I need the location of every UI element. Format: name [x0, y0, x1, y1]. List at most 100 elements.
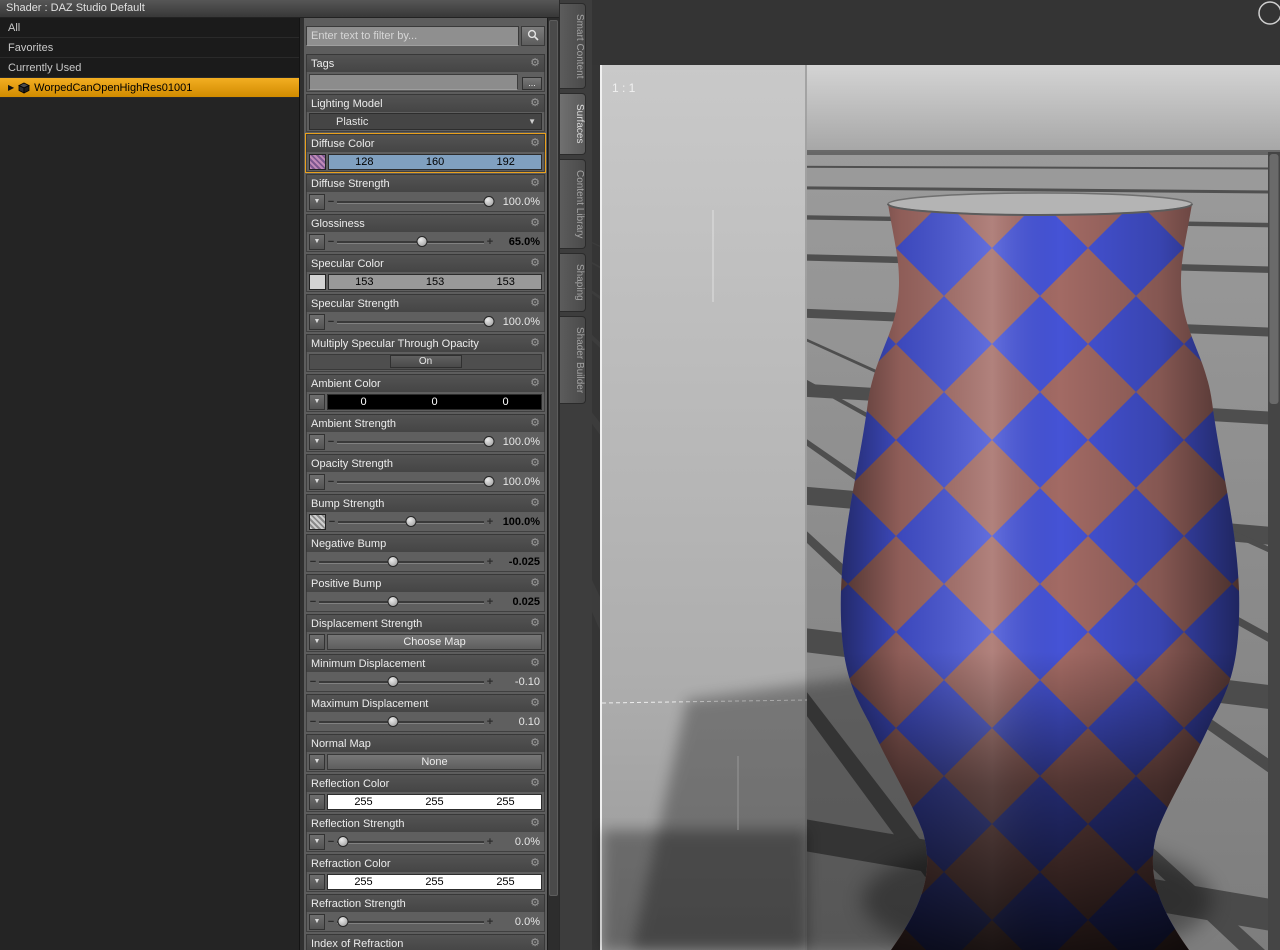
viewport-scrollbar[interactable]: [1268, 152, 1280, 950]
color-swatch[interactable]: [309, 273, 326, 290]
slider-track[interactable]: [319, 554, 484, 570]
slider-increment[interactable]: +: [486, 916, 494, 928]
slider-decrement[interactable]: −: [327, 236, 335, 248]
slider-handle[interactable]: [387, 675, 399, 687]
property-header[interactable]: Negative Bump ⚙: [306, 534, 545, 552]
viewport[interactable]: 1 : 1: [592, 0, 1280, 950]
gear-icon[interactable]: ⚙: [530, 218, 540, 229]
list-item-currently-used[interactable]: Currently Used: [0, 58, 299, 78]
gear-icon[interactable]: ⚙: [530, 698, 540, 709]
property-header[interactable]: Displacement Strength ⚙: [306, 614, 545, 632]
filter-input[interactable]: [306, 26, 519, 46]
slider-handle[interactable]: [483, 435, 495, 447]
gear-icon[interactable]: ⚙: [530, 658, 540, 669]
tab-surfaces[interactable]: Surfaces: [560, 93, 586, 155]
map-button[interactable]: None: [327, 753, 542, 770]
property-header[interactable]: Diffuse Color ⚙: [306, 134, 545, 152]
slider-decrement[interactable]: −: [309, 596, 317, 608]
slider-track[interactable]: [337, 234, 484, 250]
slider-handle[interactable]: [337, 835, 349, 847]
slider-increment[interactable]: +: [486, 556, 494, 568]
property-header[interactable]: Lighting Model ⚙: [306, 94, 545, 112]
color-dropdown-button[interactable]: ▼: [309, 393, 325, 410]
slider-track[interactable]: [319, 674, 484, 690]
slider-track[interactable]: [337, 434, 495, 450]
slider-handle[interactable]: [483, 475, 495, 487]
property-header[interactable]: Positive Bump ⚙: [306, 574, 545, 592]
slider-handle[interactable]: [416, 235, 428, 247]
property-header[interactable]: Ambient Strength ⚙: [306, 414, 545, 432]
property-header[interactable]: Diffuse Strength ⚙: [306, 174, 545, 192]
slider-decrement[interactable]: −: [309, 556, 317, 568]
color-swatch[interactable]: [309, 153, 326, 170]
slider-handle[interactable]: [483, 195, 495, 207]
property-header[interactable]: Specular Color ⚙: [306, 254, 545, 272]
property-header[interactable]: Reflection Color ⚙: [306, 774, 545, 792]
slider-decrement[interactable]: −: [327, 316, 335, 328]
slider-track[interactable]: [337, 194, 495, 210]
property-header[interactable]: Refraction Strength ⚙: [306, 894, 545, 912]
slider-track[interactable]: [319, 714, 484, 730]
slider-track[interactable]: [337, 914, 484, 930]
gear-icon[interactable]: ⚙: [530, 98, 540, 109]
property-header[interactable]: Refraction Color ⚙: [306, 854, 545, 872]
bump-map-swatch[interactable]: [309, 513, 326, 530]
slider-increment[interactable]: +: [486, 716, 494, 728]
rgb-bar[interactable]: 255 255 255: [327, 873, 542, 890]
property-header[interactable]: Normal Map ⚙: [306, 734, 545, 752]
tags-field[interactable]: [309, 73, 518, 90]
property-header[interactable]: Glossiness ⚙: [306, 214, 545, 232]
tab-content-library[interactable]: Content Library: [560, 158, 586, 250]
gear-icon[interactable]: ⚙: [530, 858, 540, 869]
slider-decrement[interactable]: −: [309, 716, 317, 728]
list-item-favorites[interactable]: Favorites: [0, 38, 299, 58]
rgb-bar[interactable]: 153 153 153: [328, 273, 542, 290]
toggle-on-button[interactable]: On: [389, 355, 462, 368]
gear-icon[interactable]: ⚙: [530, 818, 540, 829]
slider-value[interactable]: -0.025: [496, 556, 542, 568]
gear-icon[interactable]: ⚙: [530, 738, 540, 749]
slider-dropdown-button[interactable]: ▼: [309, 473, 325, 490]
gear-icon[interactable]: ⚙: [530, 778, 540, 789]
slider-track[interactable]: [338, 514, 484, 530]
rgb-bar[interactable]: 255 255 255: [327, 793, 542, 810]
slider-handle[interactable]: [387, 555, 399, 567]
slider-decrement[interactable]: −: [327, 836, 335, 848]
slider-increment[interactable]: +: [486, 516, 494, 528]
slider-decrement[interactable]: −: [327, 476, 335, 488]
slider-handle[interactable]: [337, 915, 349, 927]
map-dropdown-button[interactable]: ▼: [309, 633, 325, 650]
gear-icon[interactable]: ⚙: [530, 58, 540, 69]
property-header[interactable]: Minimum Displacement ⚙: [306, 654, 545, 672]
slider-increment[interactable]: +: [486, 836, 494, 848]
slider-track[interactable]: [337, 834, 484, 850]
expander-icon[interactable]: ▶: [8, 83, 14, 92]
slider-value[interactable]: 0.0%: [496, 836, 542, 848]
slider-decrement[interactable]: −: [309, 676, 317, 688]
gear-icon[interactable]: ⚙: [530, 498, 540, 509]
slider-value[interactable]: 0.10: [496, 716, 542, 728]
properties-scrollbar[interactable]: [547, 18, 559, 950]
rgb-bar[interactable]: 128 160 192: [328, 153, 542, 170]
tab-shaping[interactable]: Shaping: [560, 253, 586, 313]
slider-increment[interactable]: +: [486, 676, 494, 688]
property-header[interactable]: Maximum Displacement ⚙: [306, 694, 545, 712]
slider-track[interactable]: [337, 314, 495, 330]
gear-icon[interactable]: ⚙: [530, 378, 540, 389]
color-dropdown-button[interactable]: ▼: [309, 793, 325, 810]
gear-icon[interactable]: ⚙: [530, 458, 540, 469]
slider-increment[interactable]: +: [486, 236, 494, 248]
panel-title-bar[interactable]: Shader : DAZ Studio Default: [0, 0, 559, 18]
slider-handle[interactable]: [483, 315, 495, 327]
color-dropdown-button[interactable]: ▼: [309, 873, 325, 890]
property-header[interactable]: Specular Strength ⚙: [306, 294, 545, 312]
list-item-worpedcanopenhighres01001[interactable]: ▶ WorpedCanOpenHighRes01001: [0, 78, 299, 98]
gear-icon[interactable]: ⚙: [530, 578, 540, 589]
slider-dropdown-button[interactable]: ▼: [309, 913, 325, 930]
slider-increment[interactable]: +: [486, 596, 494, 608]
slider-value[interactable]: 0.0%: [496, 916, 542, 928]
map-dropdown-button[interactable]: ▼: [309, 753, 325, 770]
slider-handle[interactable]: [387, 595, 399, 607]
tab-smart-content[interactable]: Smart Content: [560, 3, 586, 90]
rgb-bar[interactable]: 0 0 0: [327, 393, 542, 410]
